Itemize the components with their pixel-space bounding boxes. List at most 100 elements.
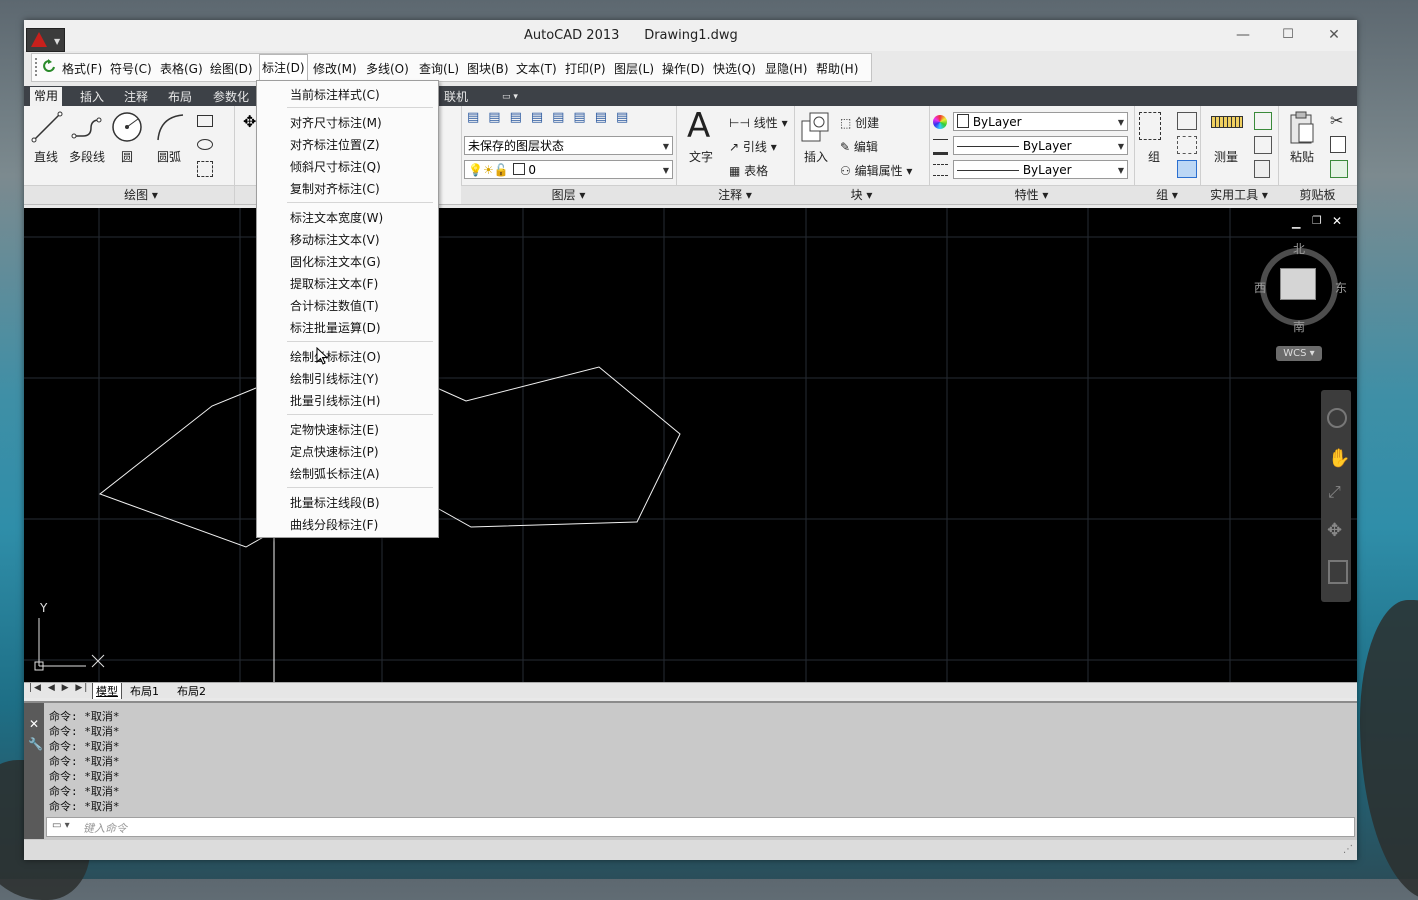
close-button[interactable]: ✕ (1321, 25, 1347, 45)
linetype-select[interactable]: ByLayer ▼ (953, 160, 1128, 179)
menu-item-point-quick-dim[interactable]: 定点快速标注(P) (290, 443, 379, 460)
menu-item-extract-dim-text[interactable]: 提取标注文本(F) (290, 275, 378, 292)
clipboard-panel-title[interactable]: 剪贴板 (1278, 185, 1357, 204)
arc-icon[interactable] (154, 111, 186, 143)
menu-draw[interactable]: 绘图(D) (210, 60, 253, 77)
tab-annotate[interactable]: 注释 (120, 88, 152, 106)
menu-dimension[interactable]: 标注(D) (259, 54, 308, 80)
menu-item-aligned-dimension[interactable]: 对齐尺寸标注(M) (290, 114, 382, 131)
table-button[interactable]: ▦ 表格 (729, 162, 768, 179)
menu-quick-select[interactable]: 快选(Q) (713, 60, 756, 77)
polyline-icon[interactable] (71, 111, 103, 143)
viewcube[interactable]: 北 南 东 西 (1254, 242, 1347, 334)
command-input[interactable]: ▭ ▾ 键入命令 (46, 817, 1355, 837)
showmotion-icon[interactable] (1328, 560, 1348, 584)
viewport-restore-icon[interactable]: ❐ (1312, 214, 1322, 227)
text-icon[interactable]: A (687, 106, 710, 146)
color-select[interactable]: ByLayer ▼ (953, 112, 1128, 131)
menu-multiline[interactable]: 多线(O) (366, 60, 409, 77)
paste-icon[interactable] (1288, 110, 1316, 146)
tab-layout[interactable]: 布局 (164, 88, 196, 106)
layer-state-select[interactable]: 未保存的图层状态 ▼ (464, 136, 673, 155)
menu-layer[interactable]: 图层(L) (614, 60, 654, 77)
block-panel-title[interactable]: 块 ▾ (794, 185, 929, 204)
wcs-menu[interactable]: WCS ▾ (1276, 346, 1322, 361)
menu-item-dim-text-width[interactable]: 标注文本宽度(W) (290, 209, 383, 226)
circle-icon[interactable] (110, 110, 144, 144)
tab-insert[interactable]: 插入 (76, 88, 108, 106)
lineweight-select[interactable]: ByLayer ▼ (953, 136, 1128, 155)
viewport-close-icon[interactable]: ✕ (1332, 214, 1342, 228)
tab-layout2[interactable]: 布局2 (177, 683, 206, 699)
menu-item-align-dim-position[interactable]: 对齐标注位置(Z) (290, 136, 380, 153)
draw-panel-title[interactable]: 绘图 ▾ (24, 185, 258, 204)
menu-text[interactable]: 文本(T) (516, 60, 557, 77)
properties-panel-title[interactable]: 特性 ▾ (929, 185, 1134, 204)
group-icon[interactable] (1139, 112, 1161, 140)
tab-model[interactable]: 模型 (92, 683, 122, 699)
menu-item-current-dim-style[interactable]: 当前标注样式(C) (290, 86, 380, 103)
hatch-icon[interactable] (197, 161, 213, 177)
menu-modify[interactable]: 修改(M) (313, 60, 357, 77)
drawing-canvas[interactable]: Y ▁ ❐ ✕ 北 南 东 西 WCS ▾ ✋ ⤢ ✥ (24, 208, 1357, 682)
compass-north[interactable]: 北 (1293, 240, 1305, 257)
application-menu-button[interactable]: ▼ (26, 28, 65, 52)
wrench-icon[interactable]: 🔧 (28, 737, 43, 751)
tab-parametric[interactable]: 参数化 (209, 88, 253, 106)
insert-block-icon[interactable] (800, 111, 832, 145)
point-style-icon[interactable] (1254, 136, 1272, 154)
line-icon[interactable] (31, 111, 63, 143)
orbit-icon[interactable]: ✥ (1327, 520, 1342, 541)
resize-grip-icon[interactable]: ⋰ (1343, 844, 1353, 855)
menu-item-object-quick-dim[interactable]: 定物快速标注(E) (290, 421, 379, 438)
layout-nav-arrows-icon[interactable]: |◀ ◀ ▶ ▶| (29, 683, 89, 693)
tab-online[interactable]: 联机 (440, 88, 472, 106)
match-properties-icon[interactable] (1330, 160, 1348, 178)
edit-block-button[interactable]: ✎ 编辑 (840, 138, 878, 155)
minimize-button[interactable]: — (1230, 25, 1256, 45)
tab-layout1[interactable]: 布局1 (130, 683, 159, 699)
menu-query[interactable]: 查询(L) (419, 60, 459, 77)
group-edit-icon[interactable] (1177, 136, 1197, 154)
command-prompt-icon[interactable]: ▭ ▾ (52, 820, 70, 831)
compass-south[interactable]: 南 (1293, 318, 1305, 335)
linear-dim-button[interactable]: ⊢⊣ 线性 ▾ (729, 114, 788, 131)
refresh-icon[interactable] (42, 59, 56, 75)
ellipse-icon[interactable] (197, 139, 213, 150)
pan-icon[interactable]: ✋ (1328, 448, 1350, 469)
menu-symbol[interactable]: 符号(C) (110, 60, 152, 77)
menu-show-hide[interactable]: 显隐(H) (765, 60, 807, 77)
menu-item-arc-length-dim[interactable]: 绘制弧长标注(A) (290, 465, 380, 482)
menu-item-sum-dim-values[interactable]: 合计标注数值(T) (290, 297, 379, 314)
annotation-panel-title[interactable]: 注释 ▾ (676, 185, 794, 204)
menu-item-leader-dimension[interactable]: 绘制引线标注(Y) (290, 370, 379, 387)
viewcube-top-face[interactable] (1280, 268, 1316, 300)
menu-format[interactable]: 格式(F) (62, 60, 102, 77)
close-icon[interactable]: ✕ (29, 717, 39, 731)
steering-wheel-icon[interactable] (1327, 408, 1347, 428)
measure-icon[interactable] (1211, 116, 1243, 128)
move-icon[interactable]: ✥ (243, 112, 256, 131)
layer-tools-icons[interactable]: ▤▤▤▤▤▤▤▤ (467, 110, 673, 132)
calculator-icon[interactable] (1254, 160, 1270, 178)
cut-icon[interactable]: ✂ (1330, 111, 1343, 130)
edit-attribute-button[interactable]: ⚇ 编辑属性 ▾ (840, 162, 912, 179)
create-block-button[interactable]: ⬚ 创建 (840, 114, 879, 131)
menu-item-curve-segment-dim[interactable]: 曲线分段标注(F) (290, 516, 378, 533)
ungroup-icon[interactable] (1177, 112, 1197, 130)
current-layer-select[interactable]: 💡☀🔓 0 ▼ (464, 160, 673, 179)
menu-item-batch-segment-dim[interactable]: 批量标注线段(B) (290, 494, 380, 511)
menu-help[interactable]: 帮助(H) (816, 60, 858, 77)
compass-west[interactable]: 西 (1254, 279, 1266, 296)
group-select-icon[interactable] (1177, 160, 1197, 178)
ribbon-options-icon[interactable]: ▭ ▾ (498, 88, 522, 106)
leader-button[interactable]: ↗ 引线 ▾ (729, 138, 777, 155)
utilities-panel-title[interactable]: 实用工具 ▾ (1200, 185, 1278, 204)
menu-print[interactable]: 打印(P) (565, 60, 606, 77)
menu-item-oblique-dimension[interactable]: 倾斜尺寸标注(Q) (290, 158, 381, 175)
menu-operation[interactable]: 操作(D) (662, 60, 705, 77)
tab-home[interactable]: 常用 (30, 87, 63, 106)
quick-select-icon[interactable] (1254, 112, 1272, 130)
viewport-minimize-icon[interactable]: ▁ (1292, 216, 1300, 229)
zoom-icon[interactable]: ⤢ (1328, 482, 1341, 502)
